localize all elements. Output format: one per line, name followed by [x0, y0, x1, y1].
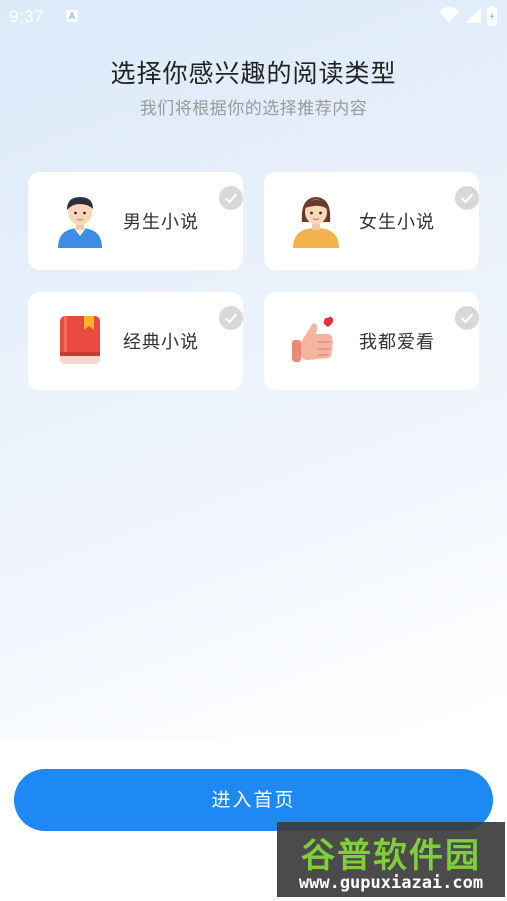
status-icons	[433, 6, 497, 26]
male-avatar-icon	[52, 192, 108, 248]
app-screen: 9:37 A 选择你感兴趣的阅读类型 我们将根据你的选择推荐内容 男生小说 女生…	[0, 0, 507, 901]
watermark-url: www.gupuxiazai.com	[298, 873, 484, 893]
notification-a-icon: A	[66, 10, 78, 22]
watermark-title: 谷普软件园	[301, 836, 481, 876]
page-subtitle: 我们将根据你的选择推荐内容	[139, 99, 368, 119]
red-book-icon	[52, 312, 108, 368]
check-circle-icon[interactable]	[455, 186, 479, 210]
wifi-icon	[439, 7, 459, 23]
option-card-male-novel[interactable]: 男生小说	[28, 172, 243, 270]
option-card-classic-novel[interactable]: 经典小说	[28, 292, 243, 390]
option-card-female-novel[interactable]: 女生小说	[264, 172, 479, 270]
page-title: 选择你感兴趣的阅读类型	[110, 59, 397, 88]
status-time: 9:37	[9, 7, 45, 26]
option-label: 男生小说	[123, 212, 199, 233]
battery-icon	[487, 6, 497, 26]
option-card-love-all[interactable]: 我都爱看	[264, 292, 479, 390]
option-label: 我都爱看	[359, 332, 435, 353]
status-bar: 9:37 A	[0, 0, 507, 34]
option-label: 女生小说	[359, 212, 435, 233]
option-label: 经典小说	[123, 332, 199, 353]
watermark-logo: 谷普软件园 www.gupuxiazai.com	[277, 822, 505, 897]
check-circle-icon[interactable]	[219, 306, 243, 330]
signal-icon	[466, 8, 481, 23]
check-circle-icon[interactable]	[219, 186, 243, 210]
check-circle-icon[interactable]	[455, 306, 479, 330]
thumbs-up-heart-icon	[288, 312, 344, 368]
female-avatar-icon	[288, 192, 344, 248]
